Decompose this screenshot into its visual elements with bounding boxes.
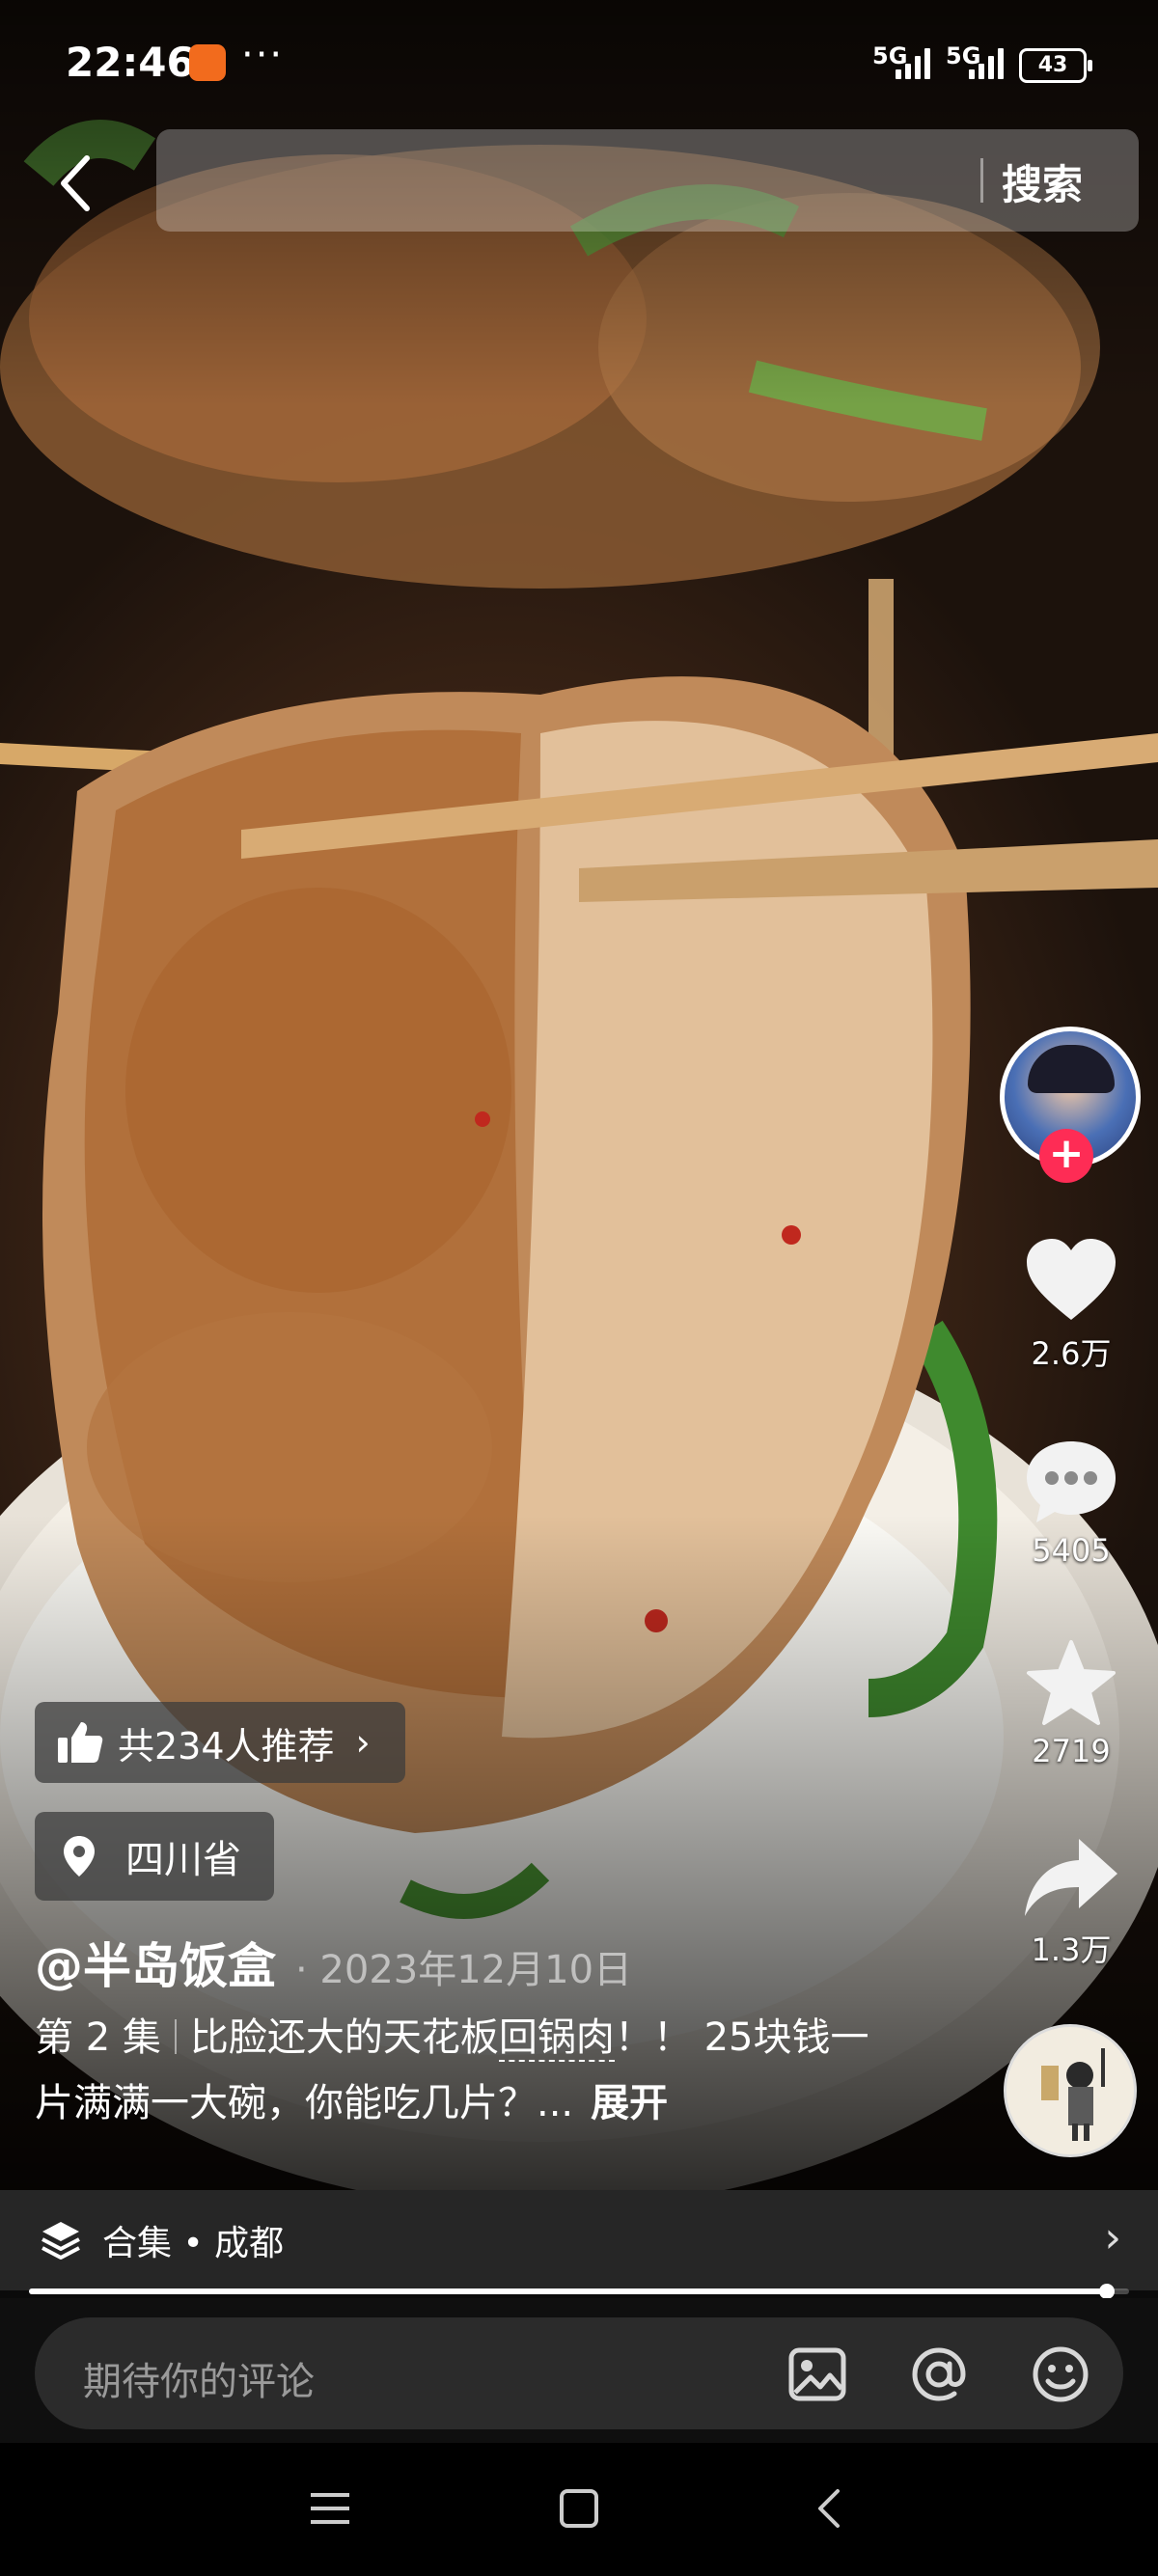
recommend-chip[interactable]: 共234人推荐 › — [35, 1702, 405, 1783]
status-bar: 22:46 ··· 5G 5G 43 — [0, 0, 1158, 125]
battery-icon: 43 — [1019, 48, 1092, 83]
layers-icon — [41, 2222, 80, 2260]
signal-bars-icon-1 — [896, 46, 938, 79]
share-button[interactable]: 1.3万 — [1004, 1833, 1139, 1970]
author-name[interactable]: @半岛饭盒 — [35, 1928, 276, 1997]
more-notifications-icon: ··· — [241, 33, 285, 77]
chevron-right-icon: › — [355, 1721, 371, 1764]
speech-bubble-icon — [1027, 1441, 1116, 1522]
battery-level: 43 — [1037, 53, 1068, 77]
recent-apps-button[interactable] — [301, 2480, 359, 2537]
star-icon — [1027, 1640, 1116, 1725]
map-pin-icon — [64, 1836, 95, 1877]
avatar-illustration — [1028, 1045, 1115, 1093]
share-arrow-icon — [1025, 1839, 1117, 1916]
follow-button[interactable]: + — [1039, 1129, 1093, 1183]
post-date: · 2023年12月10日 — [295, 1948, 633, 1992]
square-icon — [560, 2489, 598, 2528]
search-input[interactable]: 搜索 — [156, 129, 1139, 232]
share-count: 1.3万 — [1031, 1932, 1112, 1968]
at-icon — [912, 2347, 966, 2401]
home-button[interactable] — [550, 2480, 608, 2537]
like-button[interactable]: 2.6万 — [1004, 1237, 1139, 1374]
smiley-icon — [1033, 2346, 1089, 2402]
back-button[interactable] — [48, 145, 106, 222]
music-disc[interactable] — [1004, 2024, 1137, 2157]
author-line: @半岛饭盒 · 2023年12月10日 — [35, 1928, 632, 1997]
progress-knob[interactable] — [1099, 2284, 1116, 2299]
search-button[interactable]: 搜索 — [1002, 152, 1083, 211]
caption-keyword-link[interactable]: 回锅肉 — [498, 2015, 615, 2062]
caption-separator — [174, 2019, 177, 2054]
mention-button[interactable] — [909, 2344, 969, 2404]
progress-fill — [29, 2288, 1108, 2294]
image-button[interactable] — [787, 2344, 847, 2404]
caption-text-a: 比脸还大的天花板 — [189, 2015, 499, 2060]
menu-icon — [311, 2493, 349, 2524]
comment-button[interactable]: 5405 — [1004, 1438, 1139, 1569]
comment-bar: 期待你的评论 — [0, 2298, 1158, 2443]
episode-label: 第 2 集 — [35, 2015, 161, 2060]
video-caption[interactable]: 第 2 集比脸还大的天花板回锅肉！！ 25块钱一片满满一大碗，你能吃几片？...… — [35, 2005, 903, 2136]
music-cover-illustration — [1041, 2048, 1105, 2141]
emoji-button[interactable] — [1031, 2344, 1090, 2404]
favorite-count: 2719 — [1032, 1733, 1111, 1769]
comment-count: 5405 — [1032, 1532, 1111, 1569]
collection-bar[interactable]: 合集 • 成都 › — [0, 2190, 1158, 2290]
chevron-left-icon — [61, 155, 90, 211]
comment-placeholder: 期待你的评论 — [83, 2360, 315, 2404]
expand-button[interactable]: 展开 — [591, 2081, 668, 2125]
location-label: 四川省 — [125, 1838, 241, 1882]
system-nav-bar — [0, 2443, 1158, 2576]
system-back-button[interactable] — [801, 2480, 859, 2537]
signal-bars-icon-2 — [969, 46, 1011, 79]
heart-icon — [1027, 1239, 1116, 1320]
search-divider — [980, 158, 983, 203]
collection-label: 合集 • 成都 — [102, 2224, 285, 2263]
favorite-button[interactable]: 2719 — [1004, 1638, 1139, 1769]
notification-app-icon — [189, 44, 226, 81]
comment-input[interactable]: 期待你的评论 — [35, 2317, 1123, 2429]
back-triangle-icon — [818, 2489, 840, 2528]
like-count: 2.6万 — [1031, 1335, 1112, 1372]
playback-progress-bar[interactable] — [29, 2284, 1129, 2299]
image-icon — [788, 2347, 846, 2401]
location-chip[interactable]: 四川省 — [35, 1812, 274, 1901]
thumbs-up-icon — [58, 1722, 103, 1763]
chevron-right-icon: › — [1104, 2213, 1121, 2262]
status-time: 22:46 — [66, 39, 195, 86]
recommend-label: 共234人推荐 — [118, 1724, 335, 1768]
